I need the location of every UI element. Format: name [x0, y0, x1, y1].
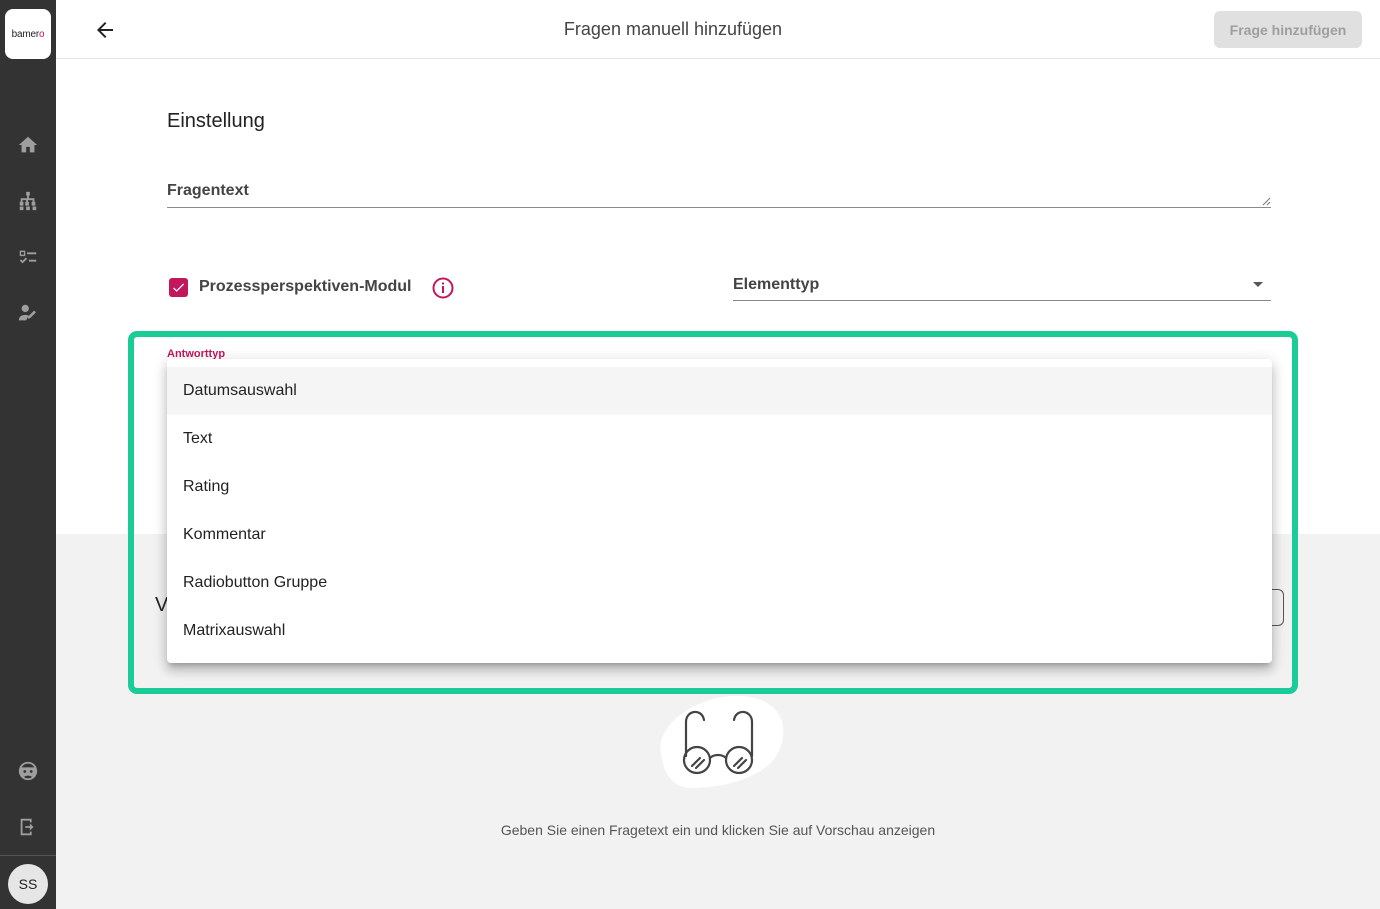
logo-accent: o — [38, 28, 45, 40]
org-chart-icon[interactable] — [16, 189, 40, 213]
question-text-label: Fragentext — [167, 182, 249, 199]
glasses-icon — [660, 695, 784, 788]
highlight-frame — [128, 331, 1298, 694]
preview-hint: Geben Sie einen Fragetext ein und klicke… — [500, 822, 936, 838]
element-type-arrow-icon[interactable] — [1253, 282, 1263, 287]
page-title: Fragen manuell hinzufügen — [563, 19, 783, 39]
sidebar: bamer o SS — [0, 0, 56, 909]
question-text-field[interactable] — [167, 207, 1271, 208]
bamero-logo[interactable]: bamer o — [5, 9, 51, 59]
element-type-label: Elementtyp — [733, 276, 820, 293]
element-type-select[interactable] — [733, 300, 1271, 301]
process-module-checkbox[interactable] — [169, 278, 188, 297]
check-icon — [173, 283, 185, 292]
avatar-initials: SS — [18, 876, 38, 892]
logout-icon[interactable] — [16, 815, 40, 839]
sidebar-divider — [0, 855, 56, 856]
info-icon[interactable] — [432, 277, 454, 299]
resize-handle-icon[interactable] — [1262, 197, 1271, 206]
logo-text: bamer — [11, 28, 40, 40]
add-question-button[interactable]: Frage hinzufügen — [1214, 11, 1362, 48]
edit-user-icon[interactable] — [16, 301, 40, 325]
section-title: Einstellung — [167, 110, 265, 132]
checklist-icon[interactable] — [16, 245, 40, 269]
header: Fragen manuell hinzufügen Frage hinzufüg… — [56, 0, 1380, 59]
avatar[interactable]: SS — [8, 864, 48, 904]
support-icon[interactable] — [16, 759, 40, 783]
home-icon[interactable] — [16, 133, 40, 157]
process-module-label: Prozessperspektiven-Modul — [199, 278, 412, 295]
